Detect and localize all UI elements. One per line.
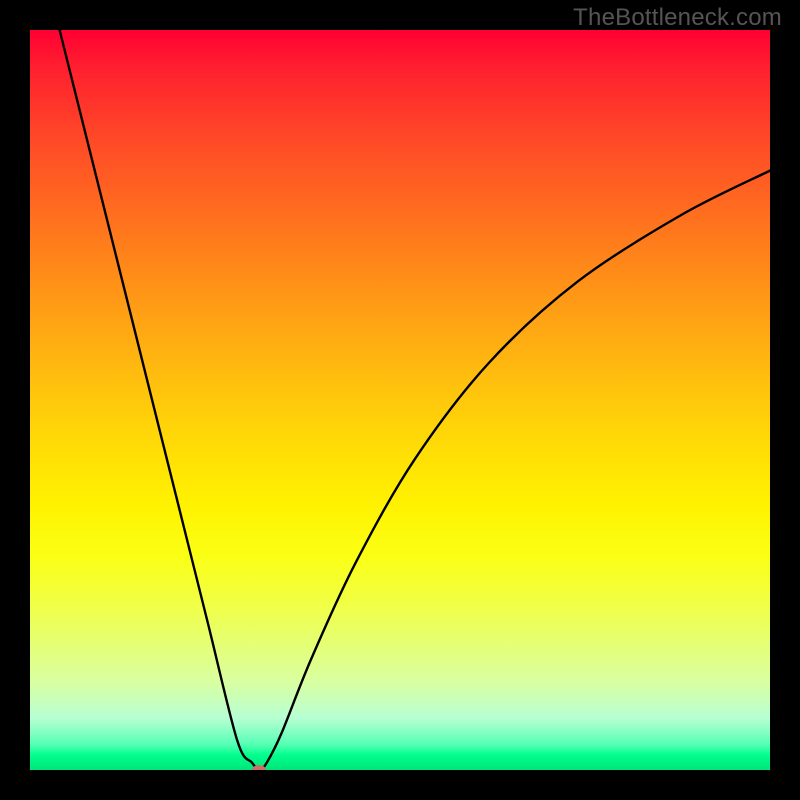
plot-area <box>30 30 770 770</box>
watermark-text: TheBottleneck.com <box>573 4 782 32</box>
bottleneck-curve <box>30 30 770 770</box>
optimum-marker <box>252 765 266 770</box>
chart-frame: TheBottleneck.com <box>0 0 800 800</box>
